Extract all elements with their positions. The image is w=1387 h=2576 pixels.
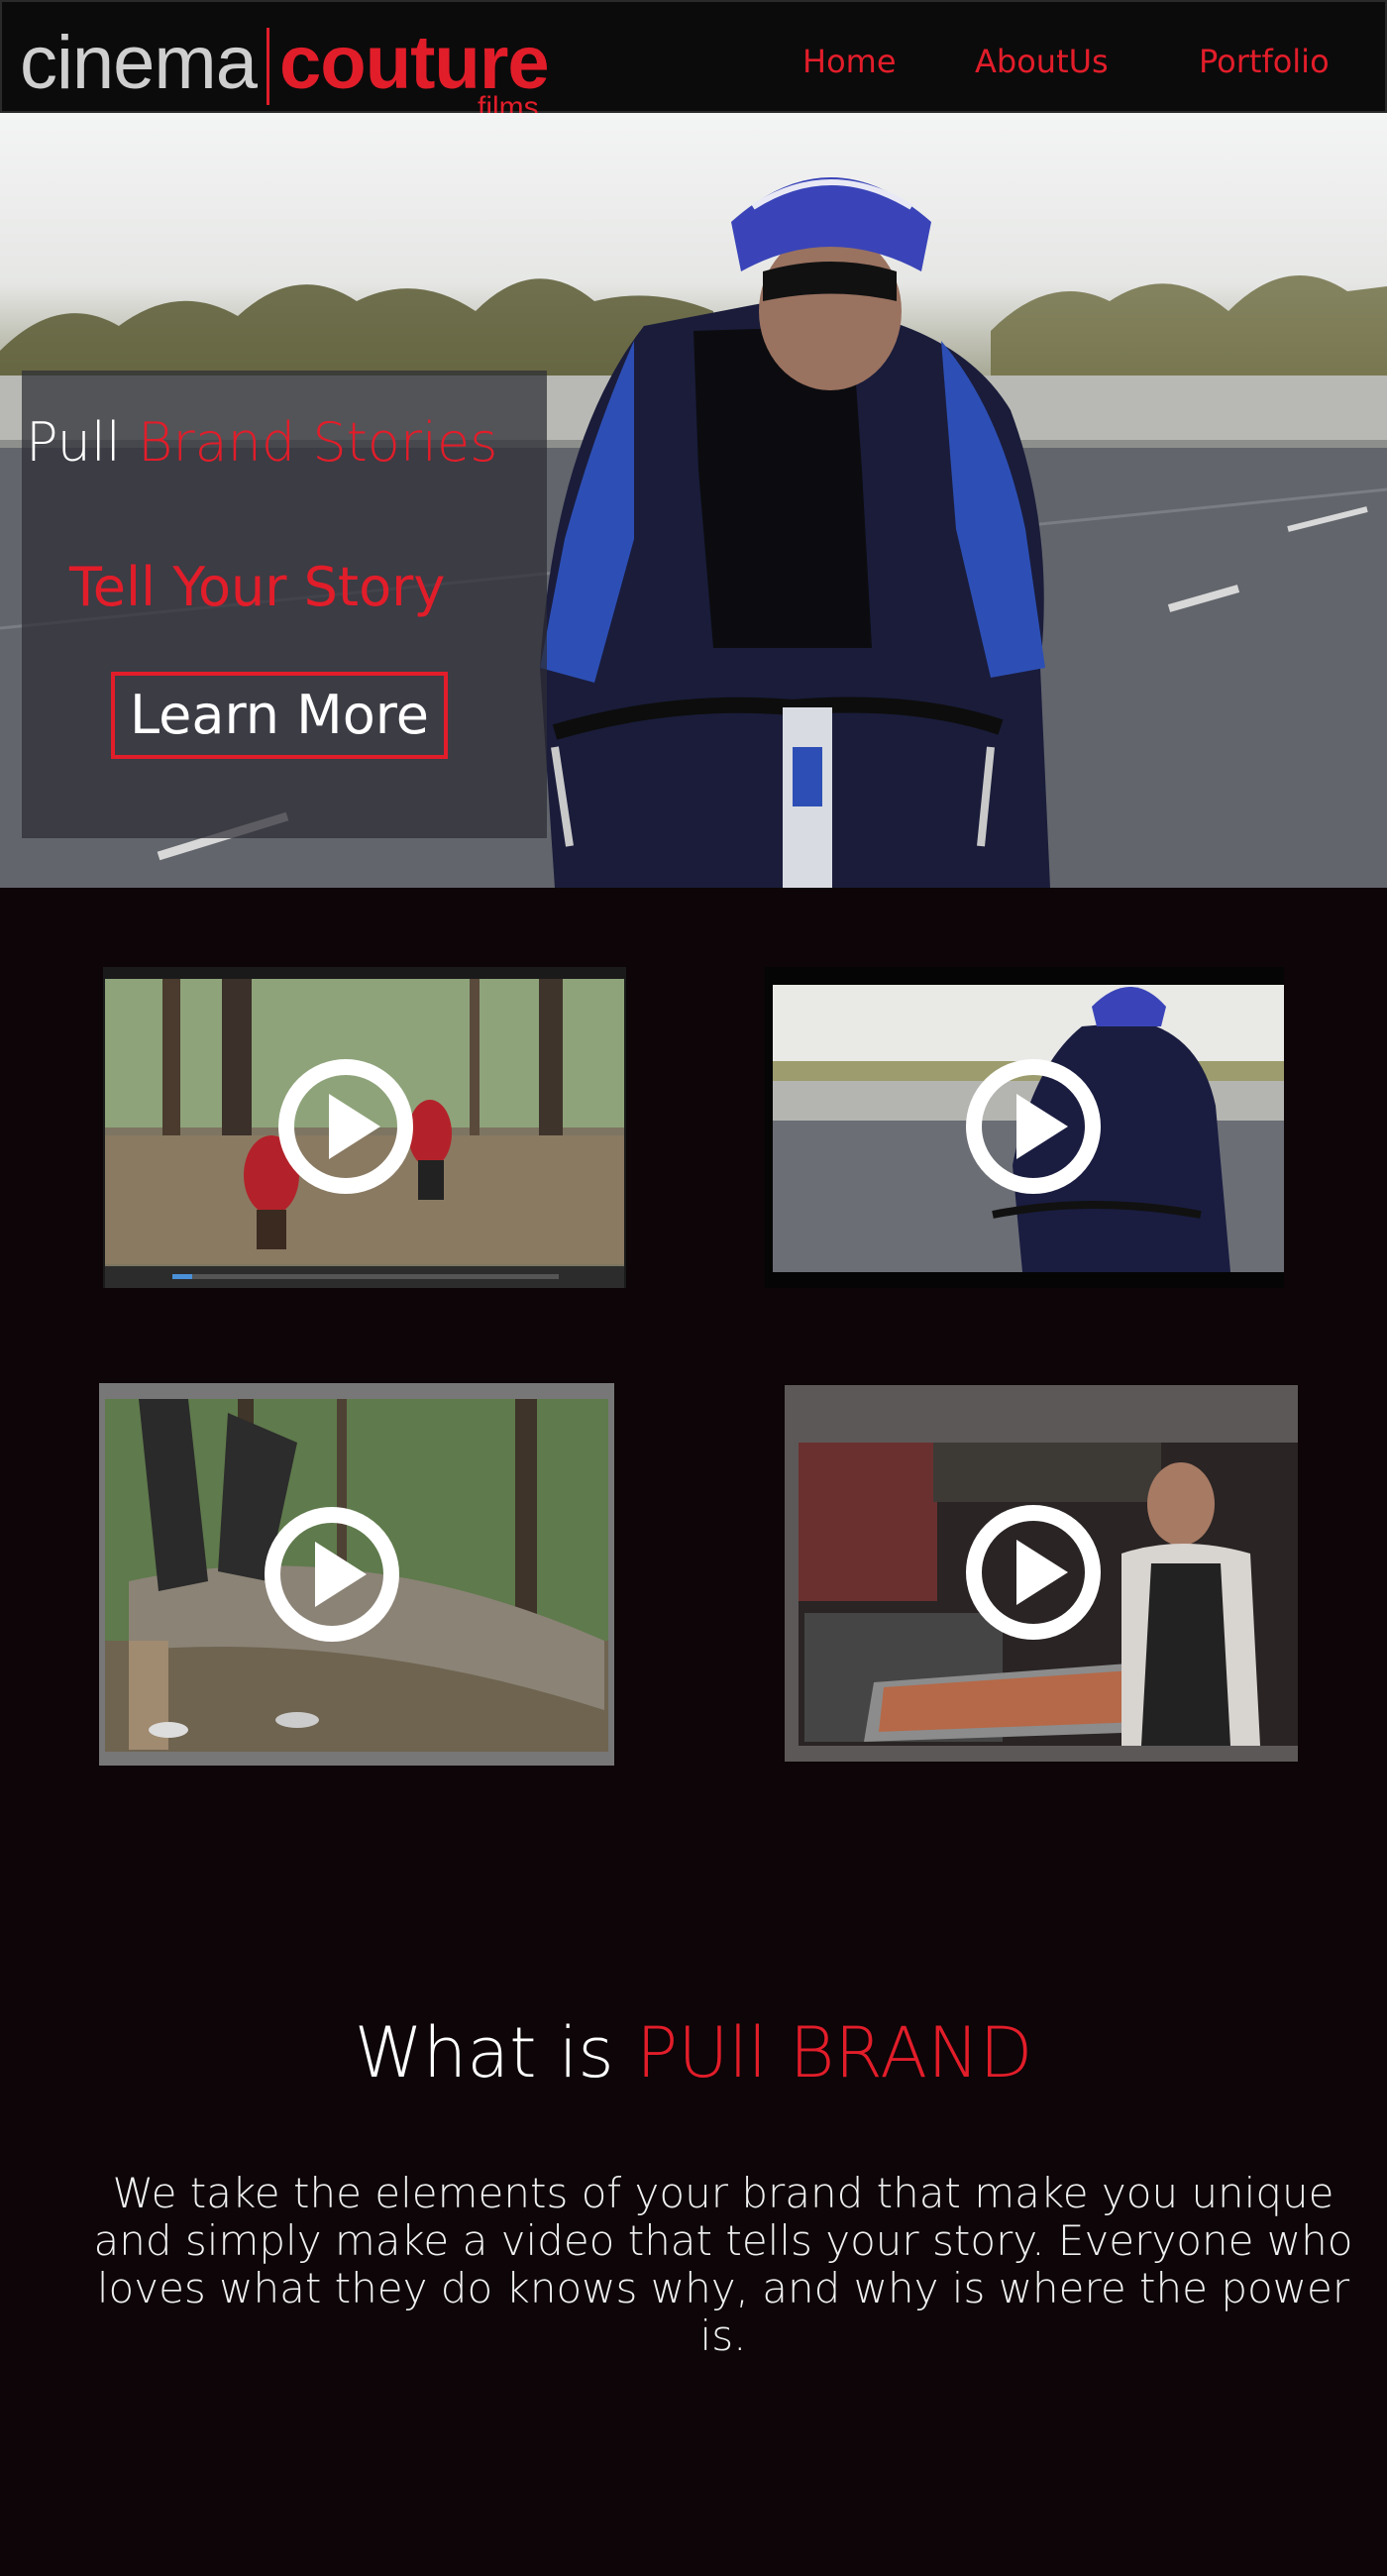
brand-logo[interactable]: cinema couture films: [20, 20, 575, 124]
hero-title: Pull Brand Stories: [26, 410, 497, 476]
nav-link-portfolio[interactable]: Portfolio: [1199, 42, 1330, 81]
hero-title-prefix: Pull: [26, 411, 121, 474]
video-chef-kitchen[interactable]: [785, 1385, 1298, 1762]
play-icon[interactable]: [959, 1052, 1108, 1201]
video-log-obstacle[interactable]: [99, 1383, 614, 1766]
site-header: cinema couture films Home AboutUs Portfo…: [0, 0, 1387, 124]
hero-text-panel: Pull Brand Stories Tell Your Story Learn…: [22, 371, 547, 838]
video-cyclist[interactable]: [765, 967, 1284, 1288]
about-heading-prefix: What is: [354, 2012, 614, 2093]
about-heading-accent: PUll BRAND: [635, 2012, 1033, 2093]
play-icon[interactable]: [959, 1498, 1108, 1647]
hero-subtitle: Tell Your Story: [69, 556, 446, 618]
nav-link-about-us[interactable]: AboutUs: [975, 42, 1109, 81]
about-description: We take the elements of your brand that …: [93, 2169, 1353, 2360]
video-forest-runners[interactable]: [103, 967, 626, 1288]
play-icon[interactable]: [271, 1052, 420, 1201]
hero-title-accent: Brand Stories: [138, 411, 498, 474]
play-icon[interactable]: [258, 1500, 406, 1649]
logo-divider: [267, 28, 269, 105]
nav-link-home[interactable]: Home: [802, 42, 897, 81]
logo-word-cinema: cinema: [20, 21, 258, 105]
about-heading: What is PUll BRAND: [0, 2011, 1387, 2094]
hero-banner: Pull Brand Stories Tell Your Story Learn…: [0, 113, 1387, 888]
learn-more-button[interactable]: Learn More: [111, 672, 448, 759]
